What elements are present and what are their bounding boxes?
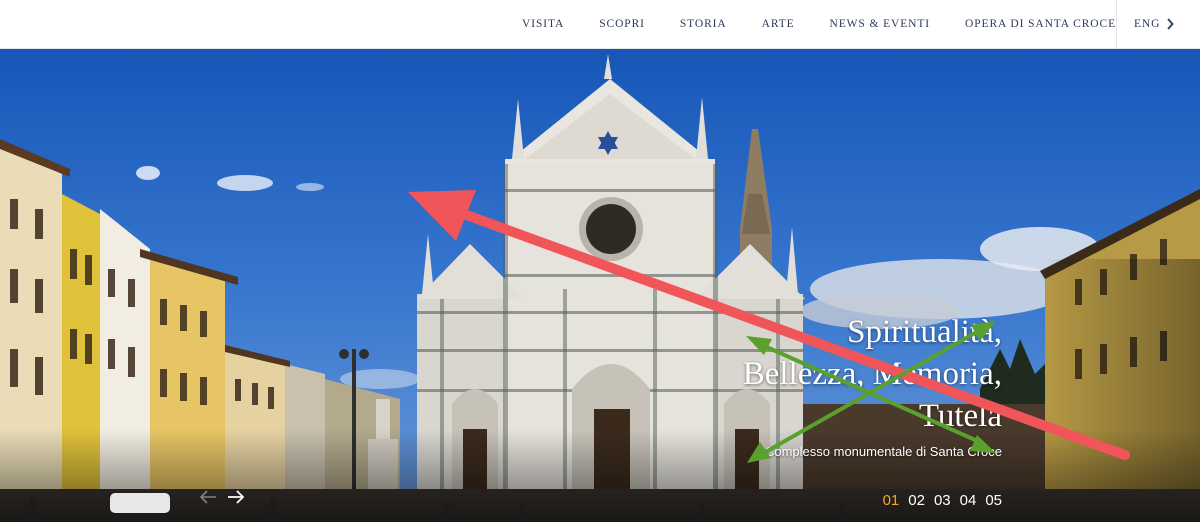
- arrow-right-icon[interactable]: [226, 489, 246, 505]
- hero-heading-line-1: Spiritualità,: [847, 314, 1002, 350]
- nav-item-arte[interactable]: ARTE: [762, 18, 795, 30]
- nav-item-scopri[interactable]: SCOPRI: [599, 18, 645, 30]
- hero-slider: Spiritualità, Bellezza, Memoria, Tutela …: [0, 49, 1200, 522]
- language-label: ENG: [1134, 18, 1161, 30]
- nav-item-storia[interactable]: STORIA: [680, 18, 727, 30]
- slide-pager: 01 02 03 04 05: [874, 492, 1002, 509]
- hero-image-santa-croce: [0, 49, 1200, 522]
- pager-item-01[interactable]: 01: [883, 492, 900, 509]
- arrow-left-icon[interactable]: [198, 489, 218, 505]
- nav-item-news-eventi[interactable]: NEWS & EVENTI: [830, 18, 931, 30]
- pager-item-05[interactable]: 05: [985, 492, 1002, 509]
- slider-arrows: [198, 489, 254, 505]
- hero-heading-line-2: Bellezza, Memoria,: [742, 356, 1002, 392]
- hero-heading-line-3: Tutela: [918, 398, 1002, 434]
- pager-item-02[interactable]: 02: [908, 492, 925, 509]
- nav-divider: [1116, 0, 1117, 48]
- nav-item-visita[interactable]: VISITA: [522, 18, 564, 30]
- main-menu: VISITA SCOPRI STORIA ARTE NEWS & EVENTI …: [487, 0, 1116, 48]
- top-navigation-bar: VISITA SCOPRI STORIA ARTE NEWS & EVENTI …: [0, 0, 1200, 49]
- page: VISITA SCOPRI STORIA ARTE NEWS & EVENTI …: [0, 0, 1200, 522]
- chevron-right-icon: [1166, 18, 1175, 30]
- nav-item-opera-santa-croce[interactable]: OPERA DI SANTA CROCE: [965, 18, 1116, 30]
- pager-item-03[interactable]: 03: [934, 492, 951, 509]
- hero-heading: Spiritualità, Bellezza, Memoria, Tutela: [743, 311, 1002, 437]
- hero-subtitle: Complesso monumentale di Santa Croce: [764, 444, 1002, 459]
- pager-item-04[interactable]: 04: [960, 492, 977, 509]
- language-switcher[interactable]: ENG: [1134, 0, 1175, 48]
